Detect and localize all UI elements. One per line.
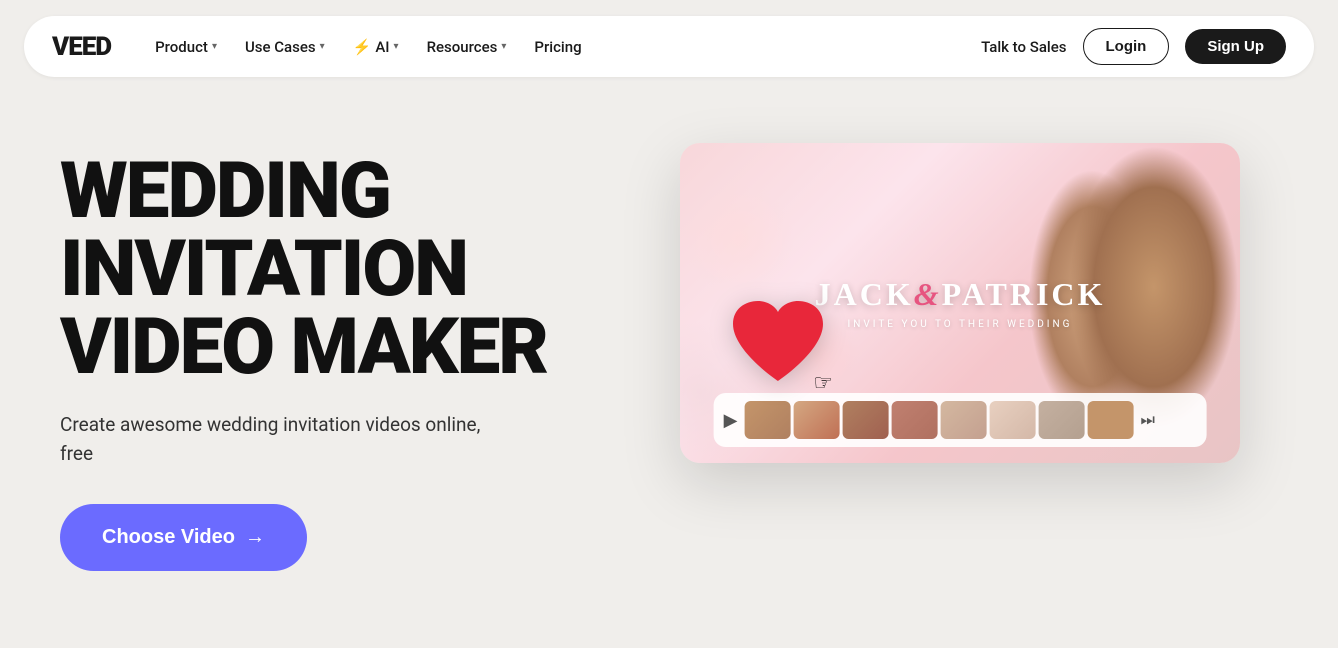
nav-left: VEED Product ▾ Use Cases ▾ ⚡ AI ▾ Resour… bbox=[52, 30, 594, 64]
timeline-thumbnail-4 bbox=[891, 401, 937, 439]
wedding-subtitle: INVITE YOU TO THEIR WEDDING bbox=[815, 319, 1106, 330]
choose-video-label: Choose Video bbox=[102, 526, 235, 549]
heart-sticker: ☞ bbox=[728, 296, 828, 391]
nav-use-cases[interactable]: Use Cases ▾ bbox=[233, 30, 337, 64]
hero-text: WEDDING INVITATION VIDEO MAKER Create aw… bbox=[60, 133, 620, 571]
logo[interactable]: VEED bbox=[52, 32, 111, 62]
nav-pricing[interactable]: Pricing bbox=[522, 30, 593, 64]
video-card: JACK&PATRICK INVITE YOU TO THEIR WEDDING… bbox=[680, 143, 1240, 463]
nav-use-cases-chevron: ▾ bbox=[320, 41, 325, 52]
video-preview: JACK&PATRICK INVITE YOU TO THEIR WEDDING… bbox=[680, 133, 1278, 463]
hero-headline: WEDDING INVITATION VIDEO MAKER bbox=[60, 153, 620, 387]
play-icon[interactable]: ▶ bbox=[724, 410, 738, 431]
timeline-thumbnail-2 bbox=[793, 401, 839, 439]
ampersand: & bbox=[914, 276, 942, 312]
nav-resources-chevron: ▾ bbox=[501, 41, 506, 52]
nav-product-chevron: ▾ bbox=[212, 41, 217, 52]
nav-pricing-label: Pricing bbox=[534, 38, 581, 56]
couple-name: JACK&PATRICK bbox=[815, 276, 1106, 313]
second-name: PATRICK bbox=[942, 276, 1106, 312]
timeline-thumbnail-7 bbox=[1038, 401, 1084, 439]
nav-product[interactable]: Product ▾ bbox=[143, 30, 229, 64]
signup-button[interactable]: Sign Up bbox=[1185, 29, 1286, 64]
timeline-thumbnail-3 bbox=[842, 401, 888, 439]
hero-subtext: Create awesome wedding invitation videos… bbox=[60, 411, 620, 468]
main-content: WEDDING INVITATION VIDEO MAKER Create aw… bbox=[0, 93, 1338, 571]
navbar: VEED Product ▾ Use Cases ▾ ⚡ AI ▾ Resour… bbox=[24, 16, 1314, 77]
hero-headline-line1: WEDDING INVITATION bbox=[60, 146, 467, 315]
nav-ai-label: AI bbox=[375, 38, 389, 56]
cursor-hand-icon: ☞ bbox=[813, 371, 833, 396]
lightning-icon: ⚡ bbox=[353, 38, 372, 56]
nav-ai[interactable]: ⚡ AI ▾ bbox=[341, 30, 411, 64]
nav-product-label: Product bbox=[155, 38, 208, 56]
nav-resources-label: Resources bbox=[427, 38, 498, 56]
timeline-bar: ▶ ⏭ bbox=[714, 393, 1207, 447]
talk-to-sales-link[interactable]: Talk to Sales bbox=[981, 38, 1066, 56]
login-button[interactable]: Login bbox=[1083, 28, 1170, 65]
first-name: JACK bbox=[815, 276, 914, 312]
nav-use-cases-label: Use Cases bbox=[245, 38, 316, 56]
timeline-thumbnail-5 bbox=[940, 401, 986, 439]
hero-headline-line2: VIDEO MAKER bbox=[60, 302, 547, 393]
arrow-right-icon: → bbox=[245, 526, 265, 549]
nav-resources[interactable]: Resources ▾ bbox=[415, 30, 519, 64]
nav-links: Product ▾ Use Cases ▾ ⚡ AI ▾ Resources ▾… bbox=[143, 30, 594, 64]
timeline-end-icon: ⏭ bbox=[1140, 410, 1154, 430]
wedding-text-overlay: JACK&PATRICK INVITE YOU TO THEIR WEDDING bbox=[815, 276, 1106, 330]
nav-ai-chevron: ▾ bbox=[394, 41, 399, 52]
timeline-thumbnail-8 bbox=[1087, 401, 1133, 439]
nav-right: Talk to Sales Login Sign Up bbox=[981, 28, 1286, 65]
choose-video-button[interactable]: Choose Video → bbox=[60, 504, 307, 571]
timeline-thumbnail-6 bbox=[989, 401, 1035, 439]
timeline-thumbnail-1 bbox=[744, 401, 790, 439]
